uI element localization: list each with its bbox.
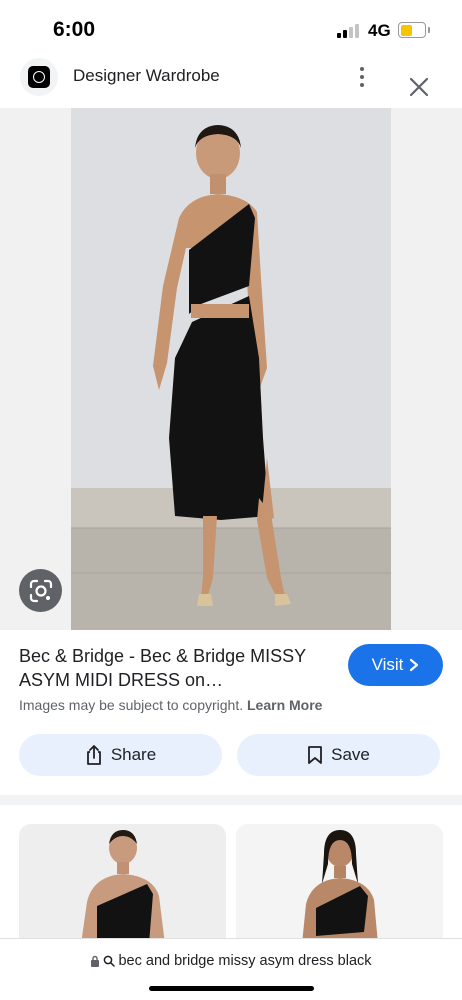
share-icon xyxy=(86,745,101,765)
visit-label: Visit xyxy=(371,655,404,674)
copyright-text: Images may be subject to copyright. xyxy=(19,697,244,713)
close-icon[interactable] xyxy=(406,74,432,100)
search-query: bec and bridge missy asym dress black xyxy=(118,953,372,969)
share-button[interactable]: Share xyxy=(19,734,222,776)
battery-level xyxy=(400,24,412,36)
lock-icon xyxy=(91,955,100,967)
share-label: Share xyxy=(110,745,157,764)
visit-button[interactable]: Visit xyxy=(348,644,443,686)
site-logo-icon[interactable] xyxy=(20,58,58,96)
battery-icon xyxy=(398,22,426,38)
cellular-signal-icon xyxy=(337,24,363,38)
site-name[interactable]: Designer Wardrobe xyxy=(73,66,220,86)
network-type: 4G xyxy=(368,21,391,40)
chevron-right-icon xyxy=(410,658,419,672)
section-divider xyxy=(0,795,462,805)
home-indicator[interactable] xyxy=(149,986,314,991)
image-viewer[interactable] xyxy=(0,108,462,630)
status-time: 6:00 xyxy=(53,18,96,41)
battery-tip xyxy=(428,27,430,33)
product-photo[interactable] xyxy=(71,108,391,630)
viewer-header: Designer Wardrobe xyxy=(0,58,462,108)
bookmark-icon xyxy=(308,746,323,764)
learn-more-link[interactable]: Learn More xyxy=(247,697,322,713)
more-options-icon[interactable] xyxy=(354,64,370,90)
status-bar: 6:00 4G xyxy=(0,0,462,58)
related-image-card[interactable] xyxy=(19,824,226,944)
url-bar[interactable]: bec and bridge missy asym dress black xyxy=(0,938,462,1000)
copyright-notice: Images may be subject to copyright. Lear… xyxy=(19,697,322,713)
result-title[interactable]: Bec & Bridge - Bec & Bridge MISSY ASYM M… xyxy=(19,644,319,692)
save-label: Save xyxy=(331,745,370,764)
search-icon xyxy=(104,955,116,967)
save-button[interactable]: Save xyxy=(237,734,440,776)
google-lens-icon[interactable] xyxy=(19,569,62,612)
related-image-card[interactable] xyxy=(236,824,443,944)
